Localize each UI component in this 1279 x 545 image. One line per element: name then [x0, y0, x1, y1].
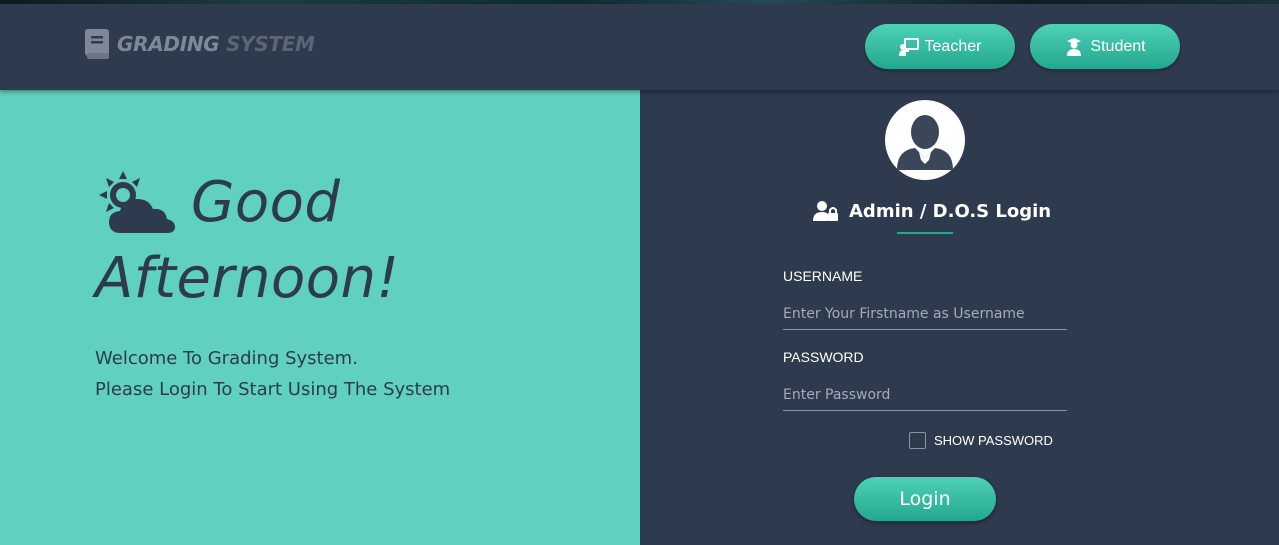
top-navbar: GRADING SYSTEM Teacher Student: [0, 4, 1279, 90]
user-graduate-icon: [1067, 37, 1082, 56]
teacher-button[interactable]: Teacher: [865, 24, 1015, 69]
title-underline: [897, 232, 953, 234]
welcome-line-2: Please Login To Start Using The System: [95, 379, 451, 400]
book-icon: [85, 29, 109, 59]
brand-word-system: SYSTEM: [226, 32, 315, 56]
brand-name: GRADING SYSTEM: [117, 32, 315, 56]
greeting-line-2: Afternoon!: [95, 246, 400, 311]
login-title-text: Admin / D.O.S Login: [849, 200, 1052, 222]
chalkboard-teacher-icon: [898, 37, 919, 56]
username-label: USERNAME: [783, 268, 863, 284]
student-button-label: Student: [1090, 37, 1146, 55]
student-button[interactable]: Student: [1030, 24, 1180, 69]
teacher-button-label: Teacher: [924, 37, 982, 55]
greeting-heading: Good Afternoon!: [95, 165, 399, 317]
login-title: Admin / D.O.S Login: [813, 200, 1051, 222]
cloud-sun-icon: [99, 171, 175, 233]
welcome-line-1: Welcome To Grading System.: [95, 348, 358, 369]
greeting-line-1: Good: [95, 165, 399, 241]
login-form: USERNAME PASSWORD SHOW PASSWORD: [783, 268, 1067, 449]
login-panel: Admin / D.O.S Login USERNAME PASSWORD SH…: [640, 90, 1279, 545]
greeting-panel: Good Afternoon! Welcome To Grading Syste…: [0, 90, 640, 545]
greeting-good: Good: [191, 170, 341, 235]
welcome-message: Welcome To Grading System. Please Login …: [95, 343, 450, 405]
login-button[interactable]: Login: [854, 477, 996, 521]
user-avatar-icon: [885, 100, 965, 180]
password-input[interactable]: [783, 379, 1067, 411]
brand-logo[interactable]: GRADING SYSTEM: [85, 29, 315, 59]
password-label: PASSWORD: [783, 349, 864, 365]
username-input[interactable]: [783, 298, 1067, 330]
user-lock-icon: [813, 201, 838, 221]
show-password-toggle[interactable]: SHOW PASSWORD: [909, 432, 1053, 449]
brand-word-grading: GRADING: [117, 32, 220, 56]
show-password-label: SHOW PASSWORD: [934, 433, 1053, 448]
show-password-checkbox[interactable]: [909, 432, 926, 449]
